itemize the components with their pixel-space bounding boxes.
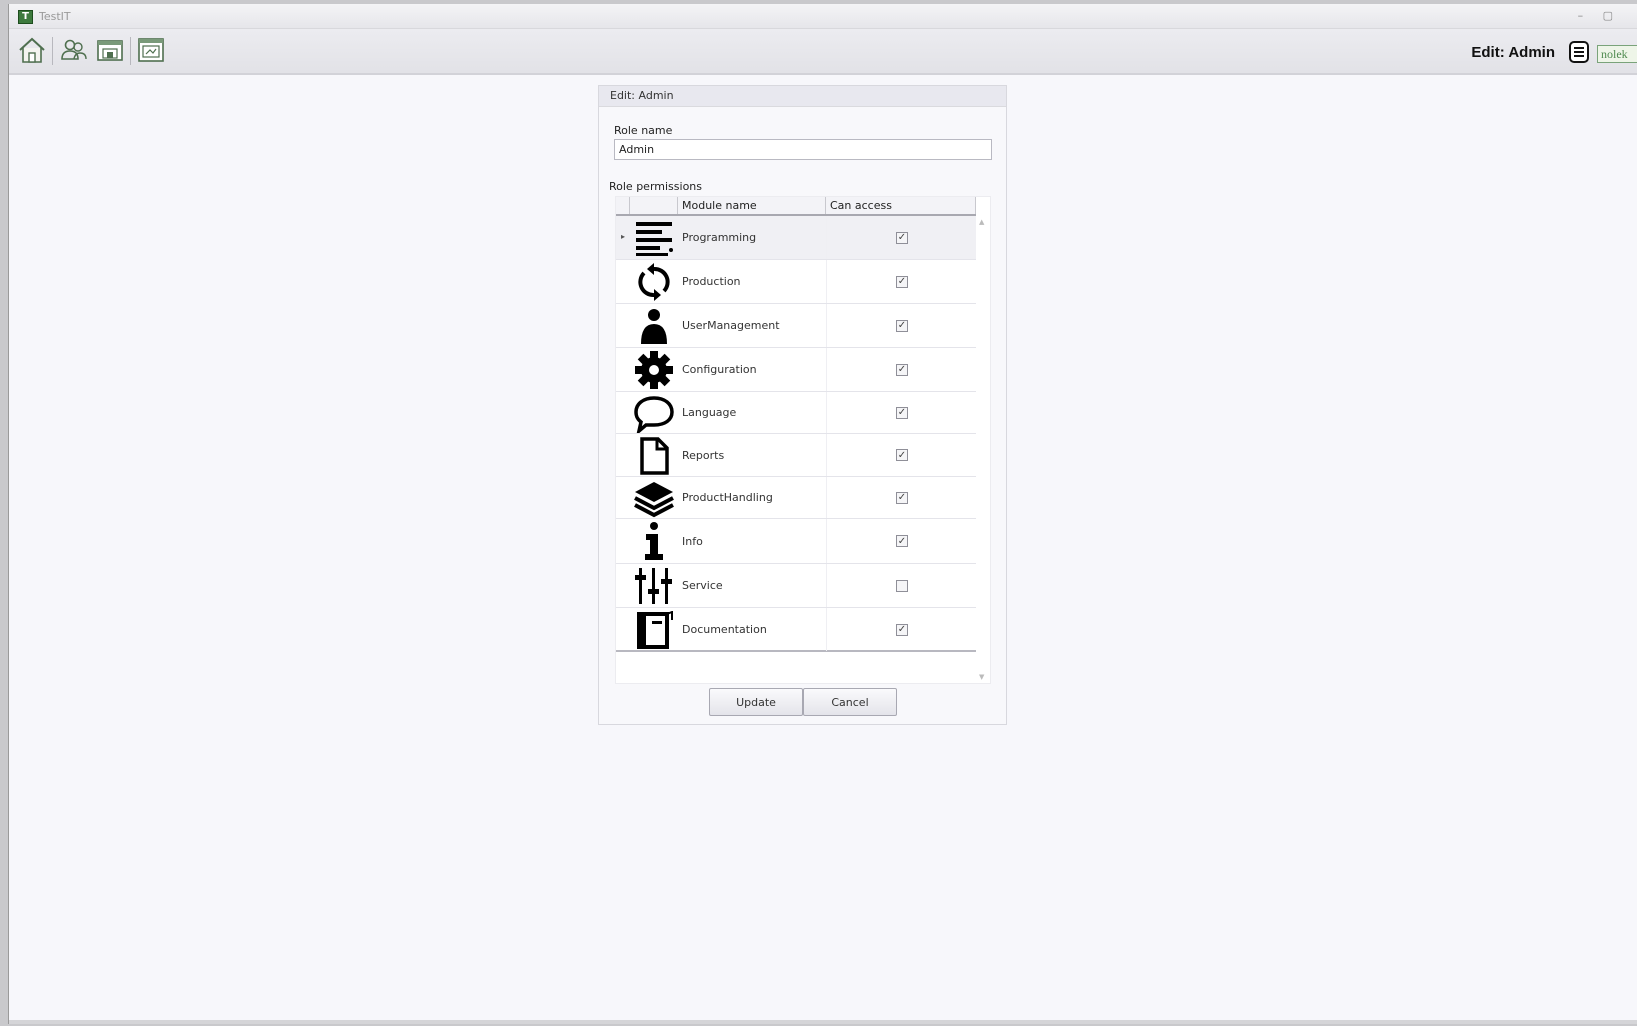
- role-name-label: Role name: [614, 124, 673, 137]
- panel-header: Edit: Admin: [599, 86, 1006, 107]
- column-header-can-access[interactable]: Can access: [826, 197, 976, 214]
- can-access-checkbox[interactable]: ✓: [896, 535, 908, 547]
- table-row[interactable]: Language ✓: [616, 392, 976, 434]
- scroll-up-icon[interactable]: ▲: [979, 218, 984, 226]
- window-icon: [97, 40, 123, 61]
- can-access-checkbox[interactable]: ✓: [896, 363, 908, 376]
- app-icon: T: [18, 10, 33, 24]
- module-name: UserManagement: [682, 319, 780, 332]
- info-icon: [632, 521, 676, 561]
- table-row[interactable]: ProductHandling ✓: [616, 477, 976, 519]
- menu-icon: [1574, 47, 1584, 49]
- toolbar: Edit: Admin nolek: [9, 29, 1637, 75]
- permissions-grid: Module name Can access ▸ Programming ✓ P…: [615, 196, 991, 684]
- users-icon: [61, 39, 87, 60]
- table-row[interactable]: UserManagement ✓: [616, 304, 976, 348]
- module-name: ProductHandling: [682, 491, 773, 504]
- module-name: Info: [682, 535, 703, 548]
- can-access-checkbox[interactable]: ✓: [896, 319, 908, 332]
- screen-icon: [138, 38, 164, 62]
- home-button[interactable]: [16, 35, 48, 65]
- can-access-checkbox[interactable]: ✓: [896, 449, 908, 461]
- module-name: Reports: [682, 449, 725, 462]
- column-header-module-name[interactable]: Module name: [678, 197, 826, 214]
- can-access-checkbox[interactable]: [896, 579, 908, 592]
- book-icon: [632, 610, 676, 650]
- table-row[interactable]: Configuration ✓: [616, 348, 976, 392]
- update-button[interactable]: Update: [709, 688, 803, 716]
- users-button[interactable]: [58, 35, 90, 65]
- can-access-checkbox[interactable]: ✓: [896, 406, 908, 419]
- layers-icon: [632, 479, 676, 519]
- cancel-button[interactable]: Cancel: [803, 688, 897, 716]
- table-row[interactable]: Service: [616, 564, 976, 608]
- gear-icon: [632, 350, 676, 390]
- module-name: Language: [682, 406, 737, 419]
- screen-button[interactable]: [135, 35, 167, 65]
- sliders-icon: [632, 566, 676, 606]
- document-icon: [632, 436, 676, 476]
- table-row[interactable]: Reports ✓: [616, 434, 976, 477]
- can-access-checkbox[interactable]: ✓: [896, 623, 908, 636]
- role-permissions-label: Role permissions: [609, 180, 703, 193]
- table-row[interactable]: Documentation ✓: [616, 608, 976, 652]
- table-row[interactable]: ▸ Programming ✓: [616, 216, 976, 260]
- table-row[interactable]: Info ✓: [616, 519, 976, 564]
- window-bottom-edge: [9, 1020, 1637, 1024]
- module-name: Documentation: [682, 623, 767, 636]
- row-expander-icon[interactable]: ▸: [621, 232, 625, 241]
- module-name: Production: [682, 275, 741, 288]
- company-logo: nolek: [1597, 45, 1637, 63]
- title-bar: T TestIT – ▢: [9, 4, 1637, 29]
- window-title: TestIT: [39, 10, 71, 23]
- can-access-checkbox[interactable]: ✓: [896, 231, 908, 244]
- module-name: Configuration: [682, 363, 757, 376]
- grid-header: Module name Can access: [616, 197, 976, 216]
- scroll-down-icon[interactable]: ▼: [979, 673, 984, 681]
- programming-icon: [632, 218, 676, 258]
- edit-role-panel: Edit: Admin Role name Role permissions M…: [598, 85, 1007, 725]
- permissions-rows: ▸ Programming ✓ Production ✓ UserManagem…: [616, 216, 976, 652]
- page-title: Edit: Admin: [1471, 44, 1555, 61]
- can-access-checkbox[interactable]: ✓: [896, 275, 908, 288]
- table-row[interactable]: Production ✓: [616, 260, 976, 304]
- module-name: Programming: [682, 231, 757, 244]
- speech-bubble-icon: [632, 394, 676, 434]
- home-icon: [19, 37, 45, 63]
- grid-scrollbar[interactable]: ▲ ▼: [976, 216, 990, 683]
- window-button[interactable]: [94, 35, 126, 65]
- refresh-icon: [632, 262, 676, 302]
- app-window: T TestIT – ▢ Edit: Admin nolek Edit: Adm…: [8, 4, 1637, 1024]
- user-icon: [632, 306, 676, 346]
- can-access-checkbox[interactable]: ✓: [896, 491, 908, 504]
- window-controls[interactable]: – ▢: [1578, 9, 1621, 22]
- module-name: Service: [682, 579, 723, 592]
- menu-button[interactable]: [1569, 41, 1589, 63]
- role-name-input[interactable]: [614, 139, 992, 160]
